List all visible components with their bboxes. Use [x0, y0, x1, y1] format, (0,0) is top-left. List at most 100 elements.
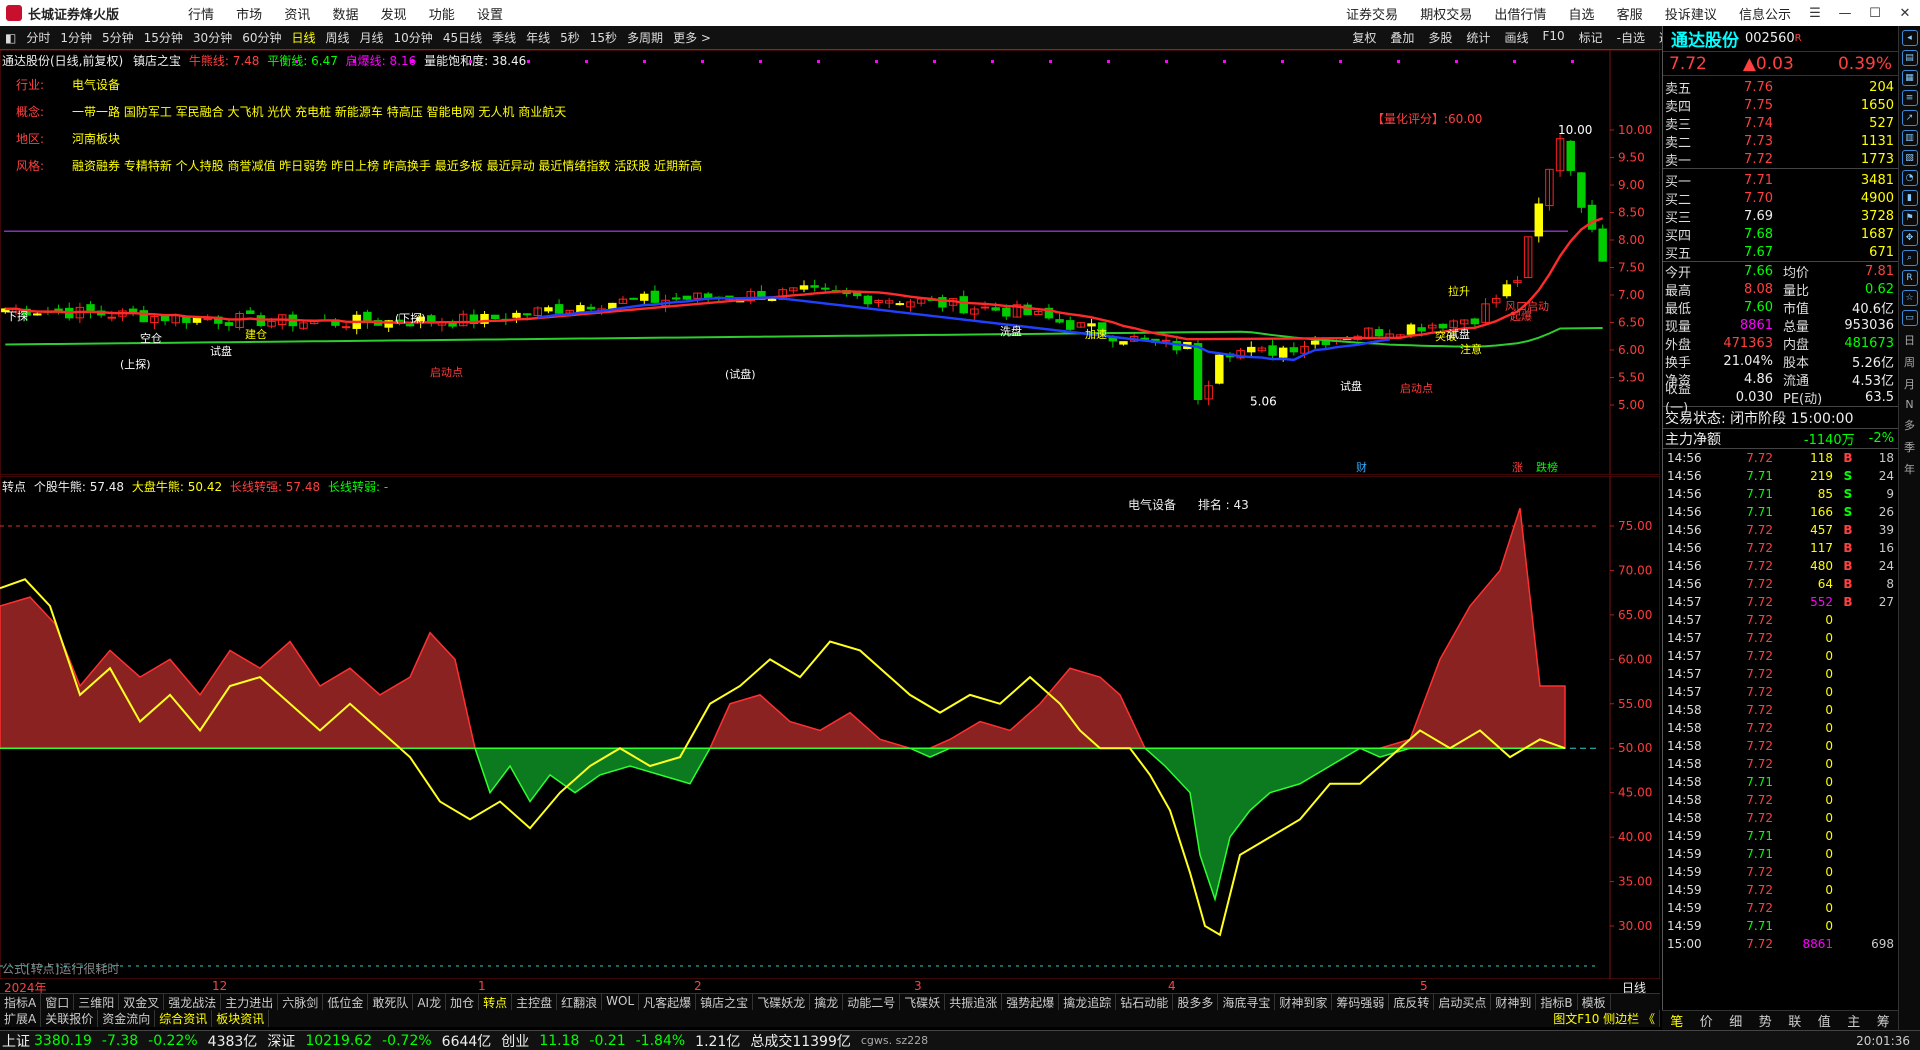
- indicator-tab-23[interactable]: 擒龙追踪: [1059, 994, 1117, 1010]
- menu-qiquan-jiaoyi[interactable]: 期权交易: [1420, 8, 1472, 23]
- indicator-tab-15[interactable]: 凡客起爆: [639, 994, 697, 1010]
- indicator-tab-5[interactable]: 主力进出: [221, 994, 279, 1010]
- sidebar-grid-icon[interactable]: ▦: [1901, 70, 1918, 86]
- period-fenshi[interactable]: 分时: [21, 29, 55, 46]
- zhuandian-indicator-chart[interactable]: 转点 个股牛熊: 57.48 大盘牛熊: 50.42 长线转强: 57.48 长…: [0, 476, 1660, 979]
- quote-panel-tab-7[interactable]: 筹: [1877, 1011, 1890, 1030]
- main-kline-chart[interactable]: 通达股份(日线,前复权) 镇店之宝 牛熊线: 7.48 平衡线: 6.47 启爆…: [0, 50, 1660, 475]
- menu-shezhi[interactable]: 设置: [477, 8, 503, 23]
- period-30min[interactable]: 30分钟: [188, 29, 237, 46]
- indicator-tab-11[interactable]: 转点: [479, 994, 513, 1010]
- menu-icon[interactable]: ☰: [1800, 6, 1830, 21]
- sidebar-list-icon[interactable]: ≡: [1901, 90, 1918, 106]
- quote-panel-tab-5[interactable]: 值: [1818, 1011, 1831, 1030]
- indicator-tab-32[interactable]: 指标B: [1536, 994, 1578, 1010]
- close-icon[interactable]: ✕: [1890, 6, 1920, 21]
- sidebar-n[interactable]: N: [1899, 398, 1920, 411]
- cy-label[interactable]: 创业: [501, 1031, 529, 1050]
- indicator-tab-4[interactable]: 强龙战法: [164, 994, 222, 1010]
- sidebar-move-icon[interactable]: ✥: [1901, 230, 1918, 246]
- menu-chujie-hangqing[interactable]: 出借行情: [1494, 8, 1546, 23]
- indicator-tab-21[interactable]: 共振追涨: [945, 994, 1003, 1010]
- menu-xinxi[interactable]: 信息公示: [1739, 8, 1791, 23]
- menu-shichang[interactable]: 市场: [236, 8, 262, 23]
- menu-faxian[interactable]: 发现: [381, 8, 407, 23]
- sidebar-star-icon[interactable]: ☆: [1901, 290, 1918, 306]
- sidebar-year[interactable]: 年: [1899, 461, 1920, 477]
- indicator-tab-18[interactable]: 擒龙: [810, 994, 844, 1010]
- sidebar-month[interactable]: 月: [1899, 376, 1920, 392]
- indicator-tab-9[interactable]: AI龙: [413, 994, 447, 1010]
- period-day[interactable]: 日线: [286, 29, 320, 46]
- menu-hangqing[interactable]: 行情: [188, 8, 214, 23]
- tool-zixuan[interactable]: -自选: [1610, 29, 1652, 46]
- tool-f10[interactable]: F10: [1535, 29, 1571, 46]
- menu-zhengquan-jiaoyi[interactable]: 证券交易: [1346, 8, 1398, 23]
- quote-panel-tab-0[interactable]: 笔: [1670, 1011, 1683, 1030]
- period-15s[interactable]: 15秒: [585, 29, 622, 46]
- indicator-tab-16[interactable]: 镇店之宝: [696, 994, 754, 1010]
- period-more[interactable]: 更多 >: [668, 29, 716, 46]
- sidebar-table-icon[interactable]: ▧: [1901, 150, 1918, 166]
- period-60min[interactable]: 60分钟: [237, 29, 286, 46]
- indicator-tab-22[interactable]: 强势起爆: [1002, 994, 1060, 1010]
- menu-tousu[interactable]: 投诉建议: [1665, 8, 1717, 23]
- sidebar-multi[interactable]: 多: [1899, 417, 1920, 433]
- tab2-bankuai[interactable]: 板块资讯: [212, 1010, 270, 1027]
- sidebar-chart-icon[interactable]: ▤: [1901, 50, 1918, 66]
- indicator-tab-19[interactable]: 动能二号: [843, 994, 901, 1010]
- quote-panel-tab-3[interactable]: 势: [1759, 1011, 1772, 1030]
- sidebar-week[interactable]: 周: [1899, 354, 1920, 370]
- indicator-tab-13[interactable]: 红翻浪: [557, 994, 603, 1010]
- toolbar-home-icon[interactable]: ◧: [0, 31, 21, 45]
- menu-gongneng[interactable]: 功能: [429, 8, 455, 23]
- period-multi[interactable]: 多周期: [622, 29, 668, 46]
- sidebar-flag-icon[interactable]: ⚑: [1901, 210, 1918, 226]
- maximize-icon[interactable]: ☐: [1860, 6, 1890, 21]
- period-15min[interactable]: 15分钟: [139, 29, 188, 46]
- f10-sidebar-toggle[interactable]: 图文F10 侧边栏 《: [1549, 1010, 1660, 1027]
- indicator-tab-26[interactable]: 海底寻宝: [1218, 994, 1276, 1010]
- sidebar-day[interactable]: 日: [1899, 332, 1920, 348]
- period-year[interactable]: 年线: [521, 29, 555, 46]
- indicator-tab-2[interactable]: 三维阳: [74, 994, 120, 1010]
- indicator-tab-3[interactable]: 双金叉: [119, 994, 165, 1010]
- period-season[interactable]: 季线: [487, 29, 521, 46]
- menu-zixuan[interactable]: 自选: [1569, 8, 1595, 23]
- indicator-tab-20[interactable]: 飞碟妖: [900, 994, 946, 1010]
- tool-fuquan[interactable]: 复权: [1345, 29, 1383, 46]
- sidebar-search-icon[interactable]: ⌕: [1901, 250, 1918, 266]
- tool-diejia[interactable]: 叠加: [1383, 29, 1421, 46]
- indicator-tab-31[interactable]: 财神到: [1491, 994, 1537, 1010]
- sidebar-season[interactable]: 季: [1899, 439, 1920, 455]
- sidebar-pie-icon[interactable]: ◔: [1901, 170, 1918, 186]
- indicator-tab-8[interactable]: 敢死队: [368, 994, 414, 1010]
- tool-tongji[interactable]: 统计: [1459, 29, 1497, 46]
- indicator-tab-0[interactable]: 指标A: [0, 994, 42, 1010]
- sidebar-rsi-icon[interactable]: R: [1901, 270, 1918, 286]
- tab2-kuozhan[interactable]: 扩展A: [0, 1010, 42, 1027]
- indicator-tab-14[interactable]: WOL: [602, 994, 640, 1010]
- menu-zixun[interactable]: 资讯: [284, 8, 310, 23]
- sidebar-doc-icon[interactable]: ▭: [1901, 310, 1918, 326]
- indicator-tab-27[interactable]: 财神到家: [1275, 994, 1333, 1010]
- sidebar-bar-icon[interactable]: ▥: [1901, 130, 1918, 146]
- tab2-zijin[interactable]: 资金流向: [98, 1010, 156, 1027]
- quote-panel-tab-1[interactable]: 价: [1700, 1011, 1713, 1030]
- period-week[interactable]: 周线: [321, 29, 355, 46]
- minimize-icon[interactable]: —: [1830, 6, 1860, 21]
- period-45day[interactable]: 45日线: [438, 29, 487, 46]
- tool-duogu[interactable]: 多股: [1421, 29, 1459, 46]
- indicator-tab-28[interactable]: 筹码强弱: [1332, 994, 1390, 1010]
- indicator-tab-33[interactable]: 模板: [1578, 994, 1611, 1010]
- indicator-tab-12[interactable]: 主控盘: [512, 994, 558, 1010]
- tool-huaxian[interactable]: 画线: [1497, 29, 1535, 46]
- indicator-tab-17[interactable]: 飞碟妖龙: [753, 994, 811, 1010]
- indicator-tab-25[interactable]: 股多多: [1173, 994, 1219, 1010]
- tool-biaoji[interactable]: 标记: [1572, 29, 1610, 46]
- sidebar-trend-icon[interactable]: ↗: [1901, 110, 1918, 126]
- period-1min[interactable]: 1分钟: [55, 29, 97, 46]
- sh-label[interactable]: 上证: [2, 1031, 30, 1050]
- indicator-tab-6[interactable]: 六脉剑: [278, 994, 324, 1010]
- tab2-guanlian[interactable]: 关联报价: [41, 1010, 99, 1027]
